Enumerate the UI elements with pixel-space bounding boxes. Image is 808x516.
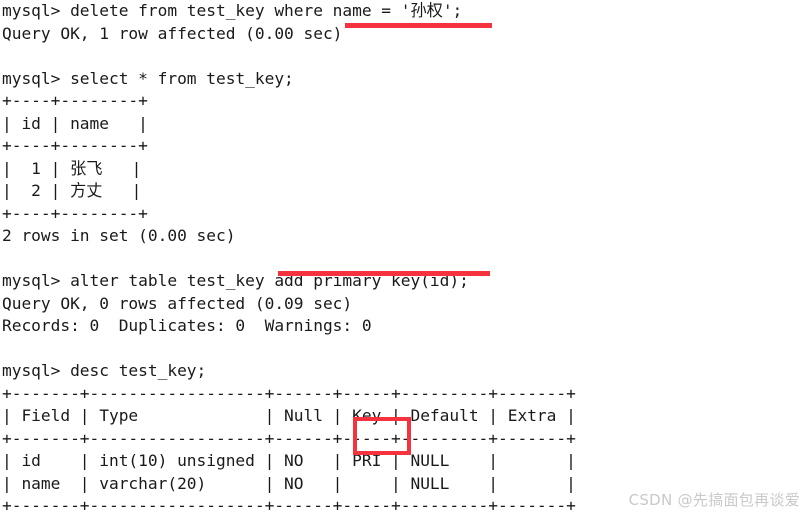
csdn-watermark: CSDN @先搞面包再谈爱: [628, 491, 800, 509]
mysql-terminal-window: mysql> delete from test_key where name =…: [0, 0, 808, 516]
console-output: mysql> delete from test_key where name =…: [2, 1, 576, 515]
